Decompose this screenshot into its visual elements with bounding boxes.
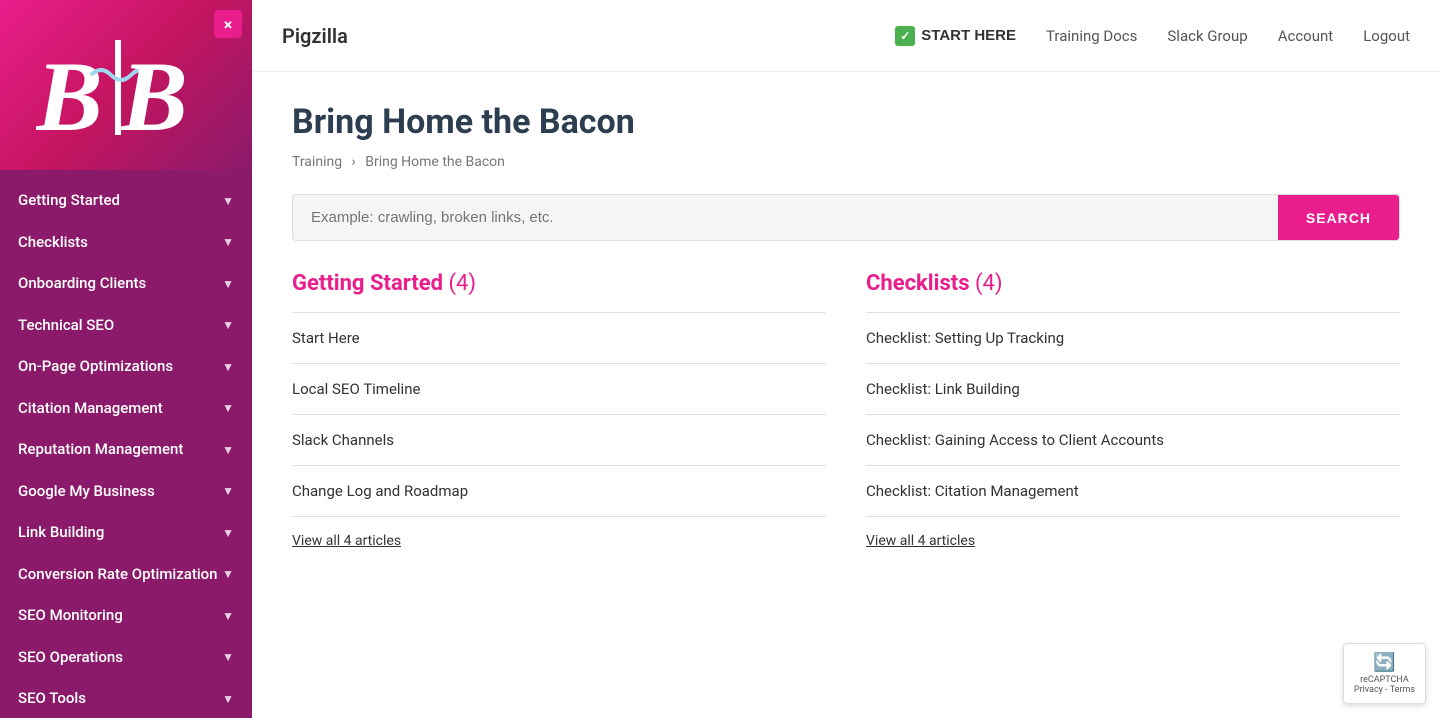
breadcrumb-current: Bring Home the Bacon <box>365 154 505 170</box>
article-item[interactable]: Slack Channels <box>292 415 826 466</box>
slack-group-link[interactable]: Slack Group <box>1167 27 1247 45</box>
chevron-icon: ▼ <box>222 194 234 208</box>
sidebar: × B B Getting Started ▼ Checklists ▼ <box>0 0 252 718</box>
sidebar-item-on-page-optimizations[interactable]: On-Page Optimizations ▼ <box>0 346 252 388</box>
chevron-icon: ▼ <box>222 277 234 291</box>
start-here-button[interactable]: ✓ START HERE <box>895 26 1016 46</box>
search-input[interactable] <box>293 195 1278 240</box>
topnav-links: ✓ START HERE Training Docs Slack Group A… <box>895 26 1410 46</box>
close-button[interactable]: × <box>214 10 242 38</box>
chevron-icon: ▼ <box>222 443 234 457</box>
section-title-getting-started: Getting Started (4) <box>292 271 826 296</box>
svg-text:B: B <box>120 41 188 150</box>
recaptcha-icon: 🔄 <box>1354 652 1415 673</box>
search-bar: SEARCH <box>292 194 1400 241</box>
view-all-getting-started[interactable]: View all 4 articles <box>292 533 401 549</box>
chevron-icon: ▼ <box>222 526 234 540</box>
sidebar-item-reputation-management[interactable]: Reputation Management ▼ <box>0 429 252 471</box>
checkbox-icon: ✓ <box>895 26 915 46</box>
sidebar-item-getting-started[interactable]: Getting Started ▼ <box>0 180 252 222</box>
chevron-icon: ▼ <box>222 692 234 706</box>
breadcrumb-root[interactable]: Training <box>292 154 342 170</box>
training-docs-link[interactable]: Training Docs <box>1046 27 1137 45</box>
sidebar-item-technical-seo[interactable]: Technical SEO ▼ <box>0 305 252 347</box>
sidebar-item-checklists[interactable]: Checklists ▼ <box>0 222 252 264</box>
sidebar-item-link-building[interactable]: Link Building ▼ <box>0 512 252 554</box>
svg-text:B: B <box>36 41 103 150</box>
sidebar-item-citation-management[interactable]: Citation Management ▼ <box>0 388 252 430</box>
logout-link[interactable]: Logout <box>1363 27 1410 45</box>
section-title-checklists: Checklists (4) <box>866 271 1400 296</box>
article-item[interactable]: Checklist: Gaining Access to Client Acco… <box>866 415 1400 466</box>
sidebar-item-seo-tools[interactable]: SEO Tools ▼ <box>0 678 252 718</box>
sidebar-nav: Getting Started ▼ Checklists ▼ Onboardin… <box>0 170 252 718</box>
article-list-checklists: Checklist: Setting Up Tracking Checklist… <box>866 312 1400 517</box>
chevron-icon: ▼ <box>222 484 234 498</box>
sidebar-item-google-my-business[interactable]: Google My Business ▼ <box>0 471 252 513</box>
sidebar-item-seo-operations[interactable]: SEO Operations ▼ <box>0 637 252 679</box>
sidebar-item-conversion-rate[interactable]: Conversion Rate Optimization ▼ <box>0 554 252 596</box>
article-item[interactable]: Checklist: Setting Up Tracking <box>866 313 1400 364</box>
chevron-icon: ▼ <box>222 567 234 581</box>
chevron-icon: ▼ <box>222 401 234 415</box>
sidebar-item-onboarding-clients[interactable]: Onboarding Clients ▼ <box>0 263 252 305</box>
section-getting-started: Getting Started (4) Start Here Local SEO… <box>292 271 826 549</box>
recaptcha-badge: 🔄 reCAPTCHAPrivacy - Terms <box>1343 643 1426 704</box>
main-content: Pigzilla ✓ START HERE Training Docs Slac… <box>252 0 1440 718</box>
chevron-icon: ▼ <box>222 318 234 332</box>
page-title: Bring Home the Bacon <box>292 102 1400 142</box>
content-area: Bring Home the Bacon Training › Bring Ho… <box>252 72 1440 718</box>
chevron-icon: ▼ <box>222 360 234 374</box>
sections-grid: Getting Started (4) Start Here Local SEO… <box>292 271 1400 549</box>
chevron-icon: ▼ <box>222 650 234 664</box>
chevron-icon: ▼ <box>222 609 234 623</box>
view-all-checklists[interactable]: View all 4 articles <box>866 533 975 549</box>
article-list-getting-started: Start Here Local SEO Timeline Slack Chan… <box>292 312 826 517</box>
account-link[interactable]: Account <box>1278 27 1334 45</box>
top-nav: Pigzilla ✓ START HERE Training Docs Slac… <box>252 0 1440 72</box>
logo-svg: B B <box>36 20 216 150</box>
section-checklists: Checklists (4) Checklist: Setting Up Tra… <box>866 271 1400 549</box>
chevron-icon: ▼ <box>222 235 234 249</box>
search-button[interactable]: SEARCH <box>1278 195 1399 240</box>
article-item[interactable]: Change Log and Roadmap <box>292 466 826 517</box>
sidebar-logo-area: × B B <box>0 0 252 170</box>
article-item[interactable]: Local SEO Timeline <box>292 364 826 415</box>
site-title: Pigzilla <box>282 24 348 48</box>
article-item[interactable]: Start Here <box>292 313 826 364</box>
article-item[interactable]: Checklist: Citation Management <box>866 466 1400 517</box>
breadcrumb: Training › Bring Home the Bacon <box>292 154 1400 170</box>
article-item[interactable]: Checklist: Link Building <box>866 364 1400 415</box>
sidebar-item-seo-monitoring[interactable]: SEO Monitoring ▼ <box>0 595 252 637</box>
